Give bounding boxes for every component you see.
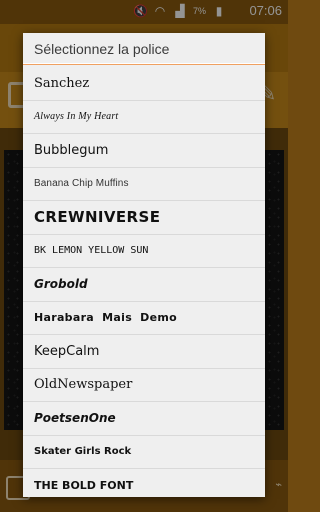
dialog-title: Sélectionnez la police [23, 33, 265, 65]
font-item-bubblegum[interactable]: Bubblegum [23, 134, 265, 168]
font-item-grobold[interactable]: Grobold [23, 268, 265, 302]
font-item-oldnewspaper[interactable]: OldNewspaper [23, 369, 265, 402]
font-item-sanchez[interactable]: Sanchez [23, 67, 265, 101]
font-item-harabara-mais-demo[interactable]: Harabara Mais Demo [23, 302, 265, 335]
font-item-bk-lemon-yellow-sun[interactable]: BK LEMON YELLOW SUN [23, 235, 265, 268]
font-list: Sanchez Always In My Heart Bubblegum Ban… [23, 67, 265, 497]
font-item-always-in-my-heart[interactable]: Always In My Heart [23, 101, 265, 134]
font-item-keepcalm[interactable]: KeepCalm [23, 335, 265, 369]
font-item-crewniverse[interactable]: CREWNIVERSE [23, 201, 265, 235]
font-picker-dialog: Sélectionnez la police Sanchez Always In… [23, 33, 265, 497]
font-item-skater-girls-rock[interactable]: Skater Girls Rock [23, 436, 265, 469]
font-item-the-bold-font[interactable]: THE BOLD FONT [23, 469, 265, 497]
font-item-poetsenone[interactable]: PoetsenOne [23, 402, 265, 436]
font-item-banana-chip-muffins[interactable]: Banana Chip Muffins [23, 168, 265, 201]
